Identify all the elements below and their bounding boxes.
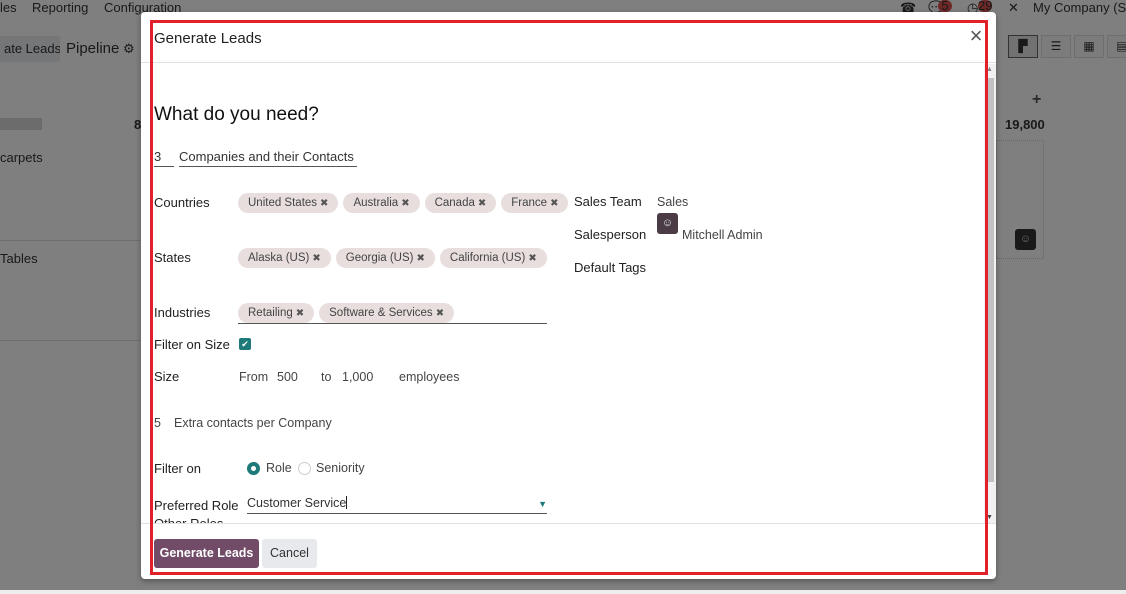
dialog-body: What do you need? 3 Companies and their … xyxy=(141,64,996,523)
scroll-down-icon[interactable]: ▼ xyxy=(986,514,993,521)
size-to-label: to xyxy=(321,370,332,384)
tag-label: Canada xyxy=(434,197,475,209)
tag-france: France ✖ xyxy=(501,193,569,213)
role-radio[interactable] xyxy=(247,462,260,475)
tag-label: United States xyxy=(248,197,318,209)
sales-team-label: Sales Team xyxy=(574,194,642,209)
size-from-input[interactable]: 500 xyxy=(277,370,298,384)
tag-georgia: Georgia (US) ✖ xyxy=(335,248,435,268)
dialog-title: Generate Leads xyxy=(154,30,262,47)
text-cursor xyxy=(346,496,348,509)
states-label: States xyxy=(154,250,191,265)
cancel-button[interactable]: Cancel xyxy=(262,539,317,568)
seniority-radio-label[interactable]: Seniority xyxy=(316,461,365,475)
preferred-role-label: Preferred Role xyxy=(154,498,239,513)
size-from-label: From xyxy=(239,370,269,384)
industries-input-underline xyxy=(238,323,547,324)
tag-california: California (US) ✖ xyxy=(439,248,547,268)
salesperson-value[interactable]: Mitchell Admin xyxy=(682,228,763,242)
tag-alaska: Alaska (US) ✖ xyxy=(238,248,331,268)
size-to-input[interactable]: 1,000 xyxy=(342,370,373,384)
sales-team-value[interactable]: Sales xyxy=(657,195,688,209)
remove-tag-icon[interactable]: ✖ xyxy=(417,253,425,264)
role-radio-label[interactable]: Role xyxy=(266,461,292,475)
preferred-role-select[interactable]: Customer Service ▼ xyxy=(247,496,547,514)
generate-leads-button[interactable]: Generate Leads xyxy=(154,539,259,568)
generate-leads-dialog: Generate Leads × What do you need? 3 Com… xyxy=(141,12,996,579)
size-label: Size xyxy=(154,369,180,384)
industries-tags[interactable]: Retailing ✖ Software & Services ✖ xyxy=(238,303,455,323)
tag-label: Australia xyxy=(353,197,399,209)
remove-tag-icon[interactable]: ✖ xyxy=(528,253,536,264)
salesperson-label: Salesperson xyxy=(574,227,647,242)
tag-label: Alaska (US) xyxy=(248,252,310,264)
caret-down-icon[interactable]: ▼ xyxy=(538,499,547,509)
industries-label: Industries xyxy=(154,305,211,320)
other-roles-label: Other Roles xyxy=(154,516,223,523)
lead-count-input[interactable]: 3 xyxy=(154,149,174,167)
scroll-up-icon[interactable]: ▲ xyxy=(986,66,993,73)
dialog-footer: Generate Leads Cancel xyxy=(141,523,996,579)
dialog-header: Generate Leads × xyxy=(141,12,996,63)
filter-on-label: Filter on xyxy=(154,461,201,476)
remove-tag-icon[interactable]: ✖ xyxy=(436,308,444,319)
remove-tag-icon[interactable]: ✖ xyxy=(550,198,558,209)
filter-on-size-checkbox[interactable]: ✔ xyxy=(239,338,251,350)
states-tags[interactable]: Alaska (US) ✖ Georgia (US) ✖ California (U… xyxy=(238,248,547,268)
seniority-radio[interactable] xyxy=(298,462,311,475)
tag-australia: Australia ✖ xyxy=(343,193,420,213)
filter-on-size-label: Filter on Size xyxy=(154,337,230,352)
countries-tags[interactable]: United States ✖ Australia ✖ Canada ✖ France… xyxy=(238,193,569,213)
remove-tag-icon[interactable]: ✖ xyxy=(320,198,328,209)
remove-tag-icon[interactable]: ✖ xyxy=(312,253,320,264)
extra-contacts-label: Extra contacts per Company xyxy=(174,416,332,430)
tag-label: Georgia (US) xyxy=(345,252,414,264)
tag-united-states: United States ✖ xyxy=(238,193,339,213)
tag-canada: Canada ✖ xyxy=(424,193,497,213)
scrollbar-thumb[interactable] xyxy=(986,78,994,482)
salesperson-avatar: ☺ xyxy=(657,213,678,234)
tag-software-services: Software & Services ✖ xyxy=(319,303,455,323)
tag-retailing: Retailing ✖ xyxy=(238,303,315,323)
preferred-role-value: Customer Service xyxy=(247,496,347,510)
remove-tag-icon[interactable]: ✖ xyxy=(401,198,409,209)
size-unit-label: employees xyxy=(399,370,460,384)
tag-label: Software & Services xyxy=(329,307,433,319)
tag-label: France xyxy=(511,197,548,209)
dialog-scrollbar[interactable]: ▲ ▼ xyxy=(984,64,996,523)
search-type-select[interactable]: Companies and their Contacts xyxy=(179,149,357,167)
bottom-strip xyxy=(0,590,1126,594)
remove-tag-icon[interactable]: ✖ xyxy=(296,308,304,319)
form-heading: What do you need? xyxy=(154,104,319,125)
default-tags-label: Default Tags xyxy=(574,260,647,275)
extra-contacts-input[interactable]: 5 xyxy=(154,416,161,430)
tag-label: California (US) xyxy=(449,252,526,264)
tag-label: Retailing xyxy=(248,307,293,319)
close-icon[interactable]: × xyxy=(965,25,987,48)
remove-tag-icon[interactable]: ✖ xyxy=(478,198,486,209)
countries-label: Countries xyxy=(154,195,210,210)
